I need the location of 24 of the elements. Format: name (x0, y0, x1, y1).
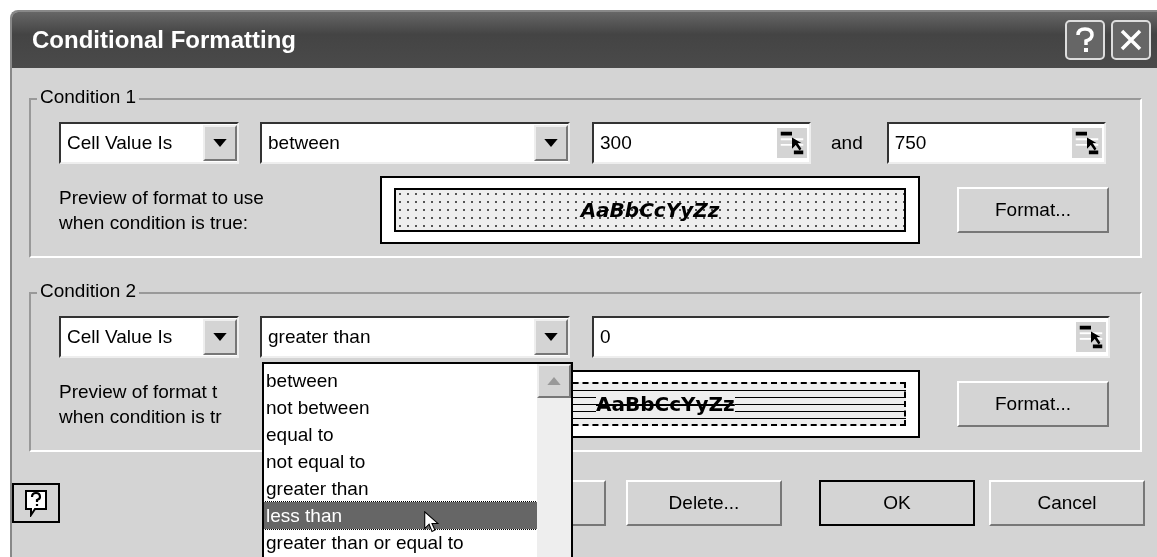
value-field[interactable]: 0 (592, 316, 1110, 358)
source-dropdown[interactable]: Cell Value Is (59, 316, 239, 358)
value-field[interactable]: 300 (592, 122, 811, 164)
dropdown-option[interactable]: not equal to (264, 448, 537, 475)
dialog-button[interactable]: Delete... (626, 480, 782, 526)
operator-dropdown[interactable]: greater than (260, 316, 570, 358)
dropdown-option[interactable]: between (264, 367, 537, 394)
preview-label: Preview of format t when condition is tr (59, 380, 222, 429)
source-dropdown[interactable]: Cell Value Is (59, 122, 239, 164)
dropdown-option[interactable]: equal to (264, 421, 537, 448)
operator-dropdown[interactable]: between (260, 122, 570, 164)
dialog-button[interactable]: OK (819, 480, 975, 526)
format-button[interactable]: Format... (957, 381, 1109, 427)
dropdown-option[interactable]: greater than or equal to (264, 529, 537, 556)
value-field[interactable]: 750 (886, 122, 1106, 164)
preview-label: Preview of format to use when condition is true: (59, 186, 264, 235)
preview-sample-text: AaBbCcYyZz (580, 198, 720, 222)
dialog-button[interactable]: Cancel (989, 480, 1145, 526)
dropdown-option[interactable]: greater than (264, 475, 537, 502)
window-title: Conditional Formatting (32, 26, 297, 54)
format-button[interactable]: Format... (957, 187, 1109, 233)
and-label: and (831, 132, 863, 154)
dropdown-option[interactable]: less than (264, 502, 537, 529)
dropdown-option[interactable]: not between (264, 394, 537, 421)
